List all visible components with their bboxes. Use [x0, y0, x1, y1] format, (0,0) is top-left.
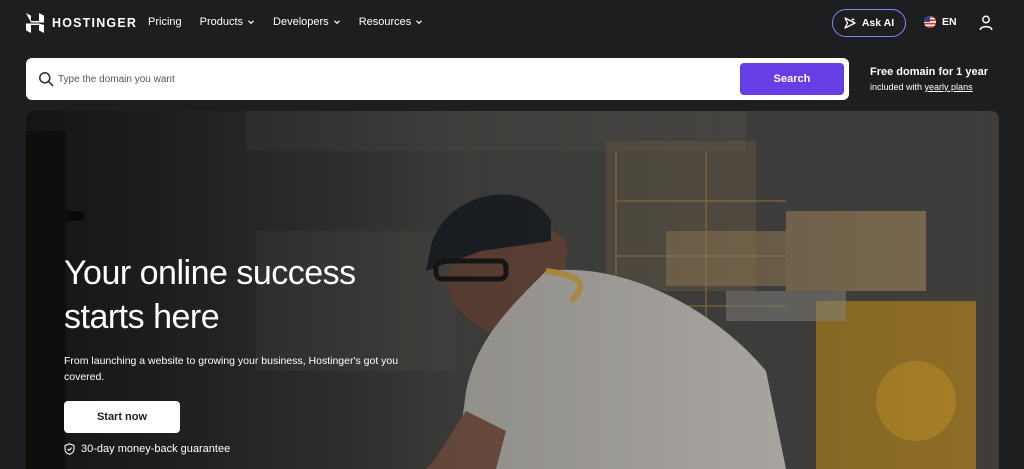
domain-search-input[interactable] [58, 67, 748, 91]
language-label: EN [942, 16, 957, 28]
search-button[interactable]: Search [740, 63, 844, 95]
free-domain-promo: Free domain for 1 year included with yea… [870, 66, 988, 92]
us-flag-icon [924, 16, 936, 28]
chevron-down-icon [416, 20, 423, 25]
language-selector[interactable]: EN [924, 16, 957, 28]
domain-search-bar: Search [26, 58, 849, 100]
menu-item-developers[interactable]: Developers [273, 16, 341, 28]
hero-subtitle: From launching a website to growing your… [64, 355, 399, 383]
user-icon[interactable] [979, 15, 993, 31]
hero-section: Your online success starts here From lau… [26, 111, 999, 469]
menu-item-label: Resources [358, 16, 412, 28]
hostinger-logo[interactable]: HOSTINGER [26, 13, 137, 33]
hostinger-logo-icon [26, 13, 44, 33]
menu-item-resources[interactable]: Resources [359, 16, 424, 28]
start-now-button[interactable]: Start now [64, 401, 180, 433]
guarantee-text: 30-day money-back guarantee [81, 443, 231, 455]
ask-ai-button[interactable]: Ask AI [832, 9, 906, 37]
money-back-guarantee: 30-day money-back guarantee [64, 443, 230, 455]
ask-ai-label: Ask AI [861, 17, 895, 29]
chevron-down-icon [248, 20, 254, 25]
menu-item-pricing[interactable]: Pricing [148, 16, 182, 28]
promo-subtitle: included with yearly plans [870, 82, 988, 92]
chevron-down-icon [333, 20, 340, 25]
main-menu: Pricing Products Developers Resources [148, 16, 423, 28]
hero-title: Your online success starts here [64, 251, 464, 339]
menu-item-label: Pricing [148, 16, 182, 28]
promo-subtitle-text: included with [870, 82, 925, 92]
menu-item-products[interactable]: Products [200, 16, 255, 28]
search-icon [39, 72, 54, 87]
brand-name: HOSTINGER [52, 16, 138, 30]
hero-title-line-1: Your online success [64, 254, 356, 292]
menu-item-label: Developers [273, 16, 329, 28]
promo-title: Free domain for 1 year [870, 66, 988, 78]
sparkle-icon [844, 17, 856, 29]
menu-item-label: Products [199, 16, 244, 28]
hero-title-line-2: starts here [64, 298, 220, 336]
shield-check-icon [64, 443, 75, 455]
yearly-plans-link[interactable]: yearly plans [925, 82, 973, 92]
top-navigation: HOSTINGER Pricing Products Developers Re… [0, 0, 1024, 46]
